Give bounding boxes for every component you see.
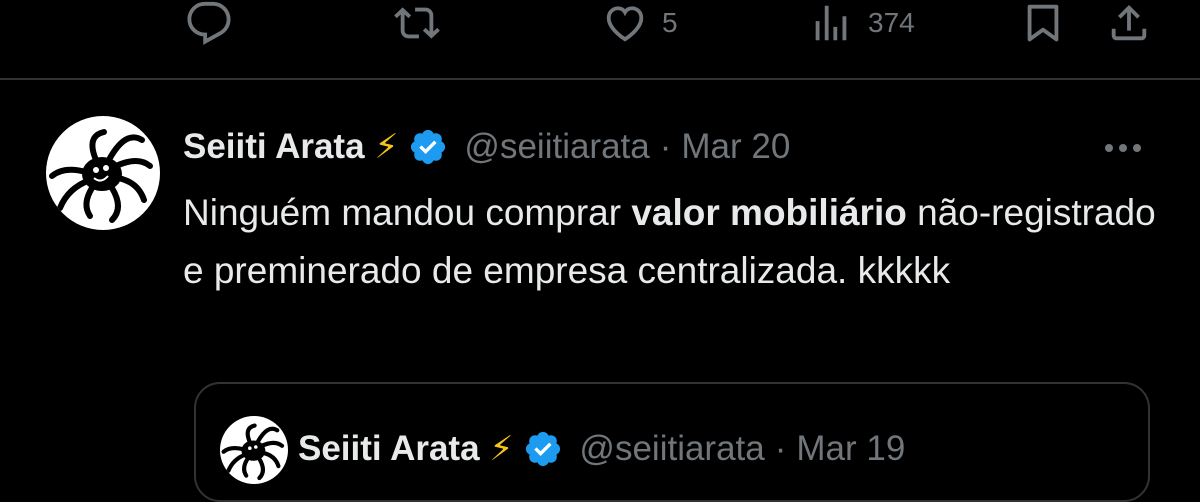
verified-badge-icon[interactable] — [523, 429, 563, 469]
share-icon — [1111, 4, 1147, 41]
views-button[interactable]: 374 — [808, 0, 915, 46]
retweet-icon — [394, 7, 440, 39]
heart-icon — [606, 6, 644, 42]
quoted-author-handle[interactable]: @seiitiarata — [579, 429, 764, 469]
bookmark-icon — [1027, 4, 1059, 42]
tweet-divider — [0, 78, 1200, 80]
tweet-text: Ninguém mandou comprar valor mobiliário … — [183, 184, 1163, 300]
dot-separator: · — [659, 127, 672, 166]
verified-badge-icon[interactable] — [408, 127, 448, 167]
like-button[interactable]: 5 — [602, 0, 678, 46]
dot-separator: · — [774, 429, 787, 468]
quoted-tweet-date[interactable]: Mar 19 — [796, 429, 905, 469]
views-icon — [815, 5, 847, 41]
spider-avatar-icon — [221, 423, 285, 481]
quoted-avatar[interactable] — [220, 416, 288, 484]
author-handle[interactable]: @seiitiarata — [464, 127, 649, 167]
tweet-action-bar: 5 374 — [0, 0, 1200, 46]
quoted-tweet-header: Seiiti Arata ⚡ @seiitiarata · Mar 19 — [298, 428, 905, 470]
tweet-text-part1: Ninguém mandou comprar — [183, 192, 632, 233]
avatar[interactable] — [46, 116, 160, 230]
more-options-button[interactable] — [1098, 128, 1148, 168]
author-name[interactable]: Seiiti Arata — [183, 127, 365, 167]
retweet-button[interactable] — [394, 0, 440, 46]
tweet-date[interactable]: Mar 20 — [681, 127, 790, 167]
bookmark-button[interactable] — [1020, 0, 1066, 46]
views-count: 374 — [868, 7, 915, 38]
more-icon — [1105, 144, 1141, 152]
spider-avatar-icon — [49, 129, 153, 223]
like-count: 5 — [662, 7, 678, 38]
reply-icon — [187, 1, 231, 45]
tweet-header: Seiiti Arata ⚡ @seiitiarata · Mar 20 — [183, 124, 790, 170]
share-button[interactable] — [1106, 0, 1152, 46]
lightning-emoji: ⚡ — [489, 430, 514, 468]
lightning-emoji: ⚡ — [374, 128, 399, 166]
tweet-text-bold: valor mobiliário — [631, 192, 907, 233]
quoted-author-name[interactable]: Seiiti Arata — [298, 429, 480, 469]
reply-button[interactable] — [186, 0, 232, 46]
